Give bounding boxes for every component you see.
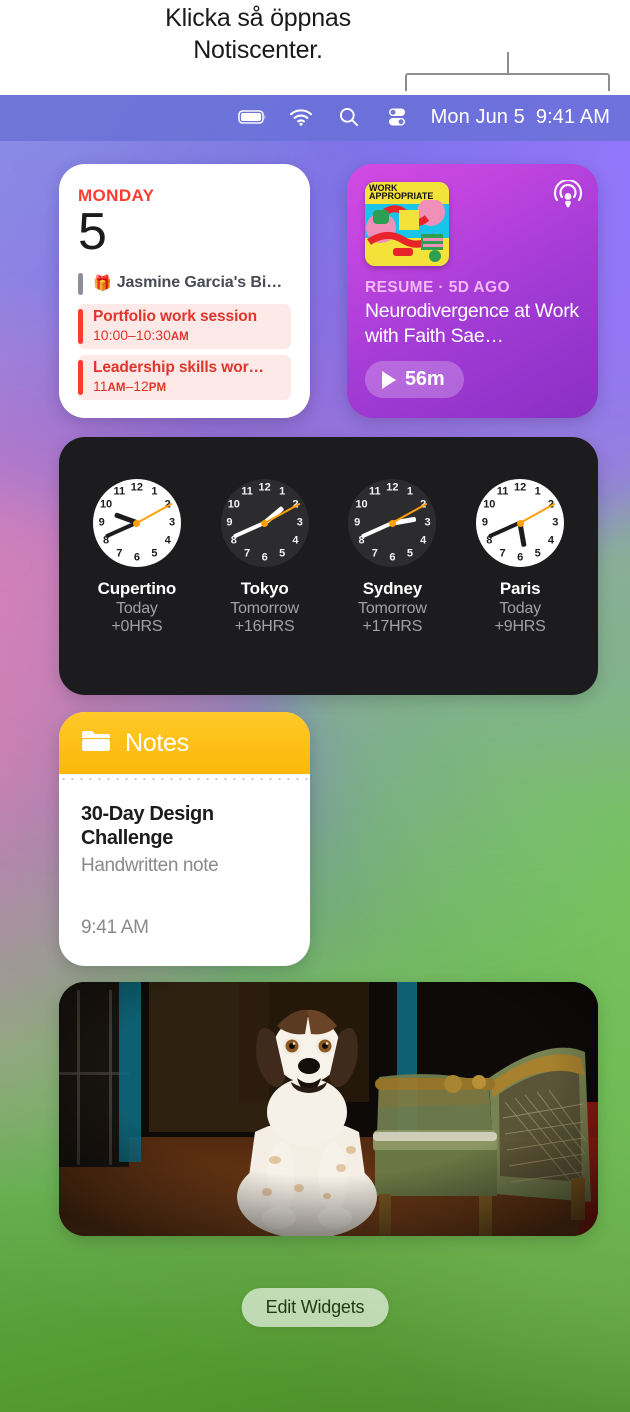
- clock-hub: [261, 519, 269, 527]
- clock-face: 121 23 45 67 89 1011: [220, 479, 309, 567]
- widget-podcasts[interactable]: WORK APPROPRIATE RESUME · 5D AGO Neurodi…: [347, 164, 598, 418]
- minute-hand: [488, 521, 521, 539]
- clock-day: Today: [499, 600, 541, 617]
- notes-header-title: Notes: [125, 728, 189, 757]
- clock-face: 121 23 45 67 89 1011: [348, 479, 437, 567]
- podcasts-icon: [553, 179, 583, 217]
- event-title: Jasmine Garcia's Bi…: [116, 274, 283, 291]
- clock-face: 121 23 45 67 89 1011: [92, 479, 181, 567]
- svg-text:APPROPRIATE: APPROPRIATE: [369, 191, 433, 201]
- calendar-event-timed[interactable]: Portfolio work session 10:00–10:30AM: [78, 304, 291, 349]
- menu-bar-date: Mon Jun 5: [430, 105, 525, 128]
- clock-cell-tokyo[interactable]: 121 23 45 67 89 1011 Tokyo Tomorrow +16H…: [204, 479, 326, 636]
- podcast-duration: 56m: [405, 368, 445, 390]
- clock-hub: [388, 519, 396, 527]
- second-hand: [519, 502, 556, 524]
- clock-city: Sydney: [362, 579, 423, 598]
- podcast-meta: RESUME · 5D AGO: [365, 279, 510, 296]
- search-icon[interactable]: [325, 102, 373, 132]
- clock-offset: +9HRS: [494, 618, 546, 635]
- clock-hub: [133, 519, 141, 527]
- clock-cell-paris[interactable]: 121 23 45 67 89 1011 Paris Today +9HRS: [459, 479, 581, 636]
- clock-offset: +17HRS: [362, 618, 423, 635]
- clock-cell-sydney[interactable]: 121 23 45 67 89 1011 Sydney Tomorrow +17…: [331, 479, 453, 636]
- note-title: 30-Day Design Challenge: [81, 803, 214, 849]
- calendar-event-timed[interactable]: Leadership skills wor… 11AM–12PM: [78, 355, 291, 400]
- podcast-title: Neurodivergence at Work with Faith Sae…: [365, 300, 579, 347]
- podcast-play-button[interactable]: 56m: [365, 361, 465, 398]
- clock-city: Tokyo: [240, 579, 289, 598]
- clock-city: Paris: [499, 579, 541, 598]
- event-title: Portfolio work session: [93, 308, 258, 325]
- widget-world-clock[interactable]: 121 23 45 67 89 1011 Cupertino Today +0H…: [59, 437, 598, 695]
- clock-cell-cupertino[interactable]: 121 23 45 67 89 1011 Cupertino Today +0H…: [76, 479, 198, 636]
- menu-bar-clock[interactable]: Mon Jun 5 9:41 AM: [431, 106, 612, 129]
- widget-calendar[interactable]: MONDAY 5 🎁 Jasmine Garcia's Bi… Portfoli…: [59, 164, 310, 418]
- clock-city: Cupertino: [97, 579, 177, 598]
- callout-bracket-stem: [507, 52, 509, 74]
- event-time: 11AM–12PM: [93, 378, 167, 394]
- calendar-weekday: MONDAY: [78, 186, 155, 205]
- calendar-event-list: 🎁 Jasmine Garcia's Bi… Portfolio work se…: [78, 270, 291, 400]
- note-subtitle: Handwritten note: [81, 855, 219, 876]
- widget-photos[interactable]: [59, 982, 598, 1236]
- clock-hub: [516, 519, 524, 527]
- annotation-text: Klicka så öppnas Notiscenter.: [0, 2, 516, 66]
- clock-offset: +16HRS: [234, 618, 295, 635]
- annotation-line-2: Notiscenter.: [193, 36, 323, 64]
- annotation-line-1: Klicka så öppnas: [165, 4, 351, 32]
- gift-icon: 🎁: [93, 274, 112, 292]
- play-icon: [382, 370, 396, 389]
- edit-widgets-button[interactable]: Edit Widgets: [241, 1288, 389, 1327]
- clock-face: 121 23 45 67 89 1011: [476, 479, 565, 567]
- note-time: 9:41 AM: [81, 917, 149, 938]
- control-center-icon[interactable]: [373, 102, 421, 132]
- podcast-artwork: WORK APPROPRIATE: [365, 182, 449, 266]
- calendar-date-number: 5: [78, 203, 107, 261]
- widget-notes[interactable]: Notes 30-Day Design Challenge Handwritte…: [59, 712, 310, 966]
- battery-icon[interactable]: [229, 102, 277, 132]
- event-color-bar: [78, 309, 83, 344]
- notes-header: Notes: [59, 712, 310, 774]
- event-title: Leadership skills wor…: [93, 359, 264, 376]
- second-hand: [136, 502, 173, 524]
- calendar-event-allday[interactable]: 🎁 Jasmine Garcia's Bi…: [78, 270, 291, 298]
- clock-offset: +0HRS: [111, 618, 163, 635]
- folder-icon: [81, 729, 111, 758]
- event-time: 10:00–10:30AM: [93, 327, 189, 343]
- photo-image: [59, 982, 598, 1236]
- clock-day: Today: [116, 600, 158, 617]
- wifi-icon[interactable]: [277, 102, 325, 132]
- second-hand: [264, 502, 301, 524]
- callout-bracket: [405, 73, 610, 91]
- annotation-callout: Klicka så öppnas Notiscenter.: [0, 0, 630, 95]
- clock-day: Tomorrow: [230, 600, 299, 617]
- notes-body: 30-Day Design Challenge Handwritten note…: [59, 780, 310, 939]
- clock-day: Tomorrow: [358, 600, 427, 617]
- event-color-bar: [78, 360, 83, 395]
- menu-bar: Mon Jun 5 9:41 AM: [0, 93, 630, 141]
- menu-bar-time: 9:41 AM: [535, 105, 610, 128]
- desktop-wallpaper: Mon Jun 5 9:41 AM MONDAY 5 🎁 Jasmine Gar…: [0, 93, 630, 1412]
- event-color-bar: [78, 273, 83, 295]
